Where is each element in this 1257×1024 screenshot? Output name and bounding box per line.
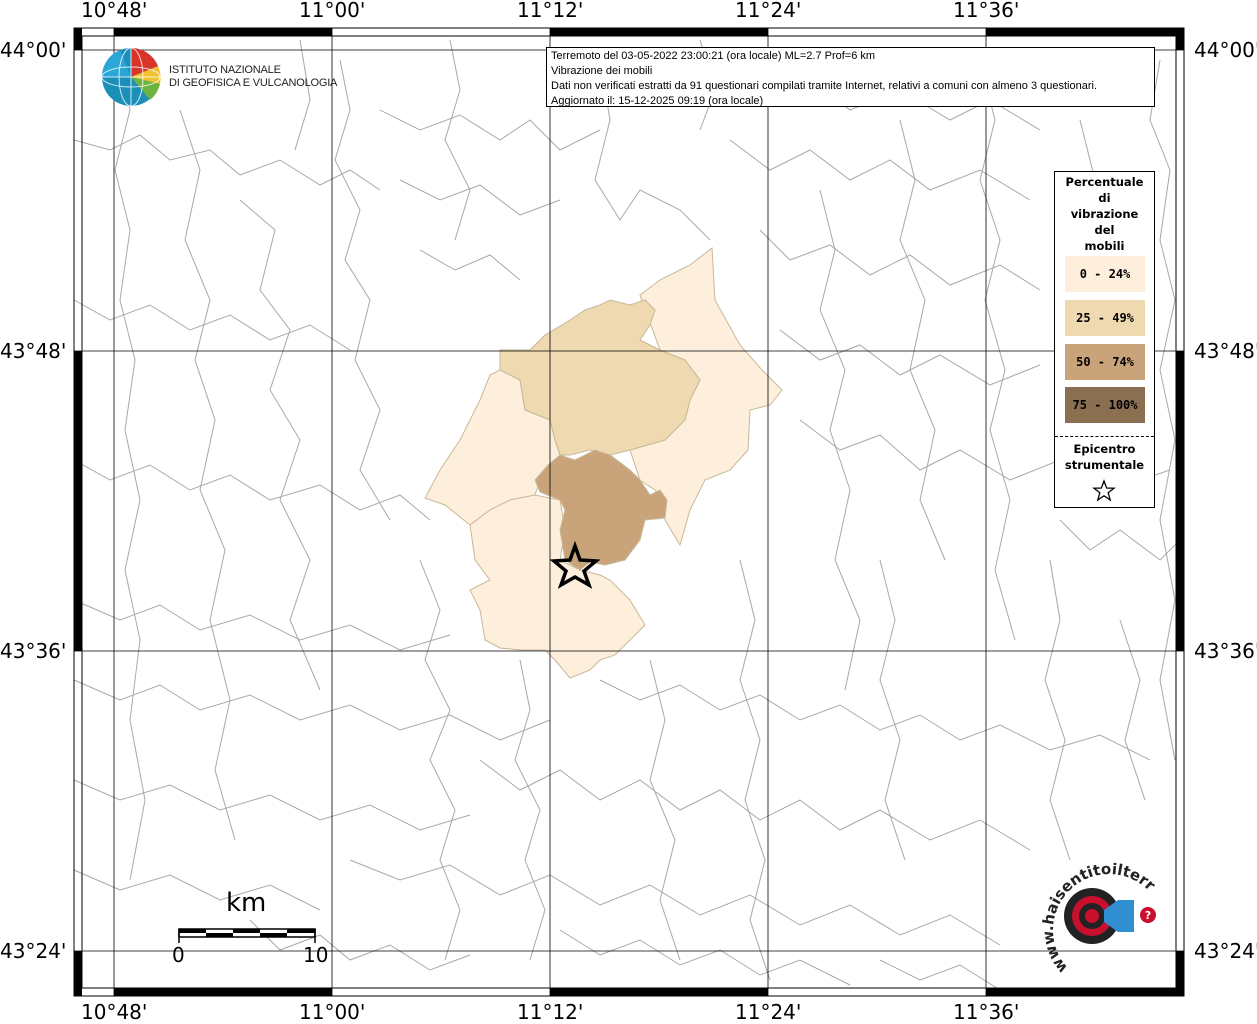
lat-label-left-2: 43°48' <box>0 339 67 363</box>
ingv-line-2: DI GEOFISICA E VULCANOLOGIA <box>169 77 338 89</box>
legend-epicenter-label: Epicentro strumentale <box>1064 442 1145 472</box>
legend-separator <box>1055 436 1154 437</box>
data-note: Dati non verificati estratti da 91 quest… <box>551 80 1097 92</box>
map-canvas: ? <box>73 27 1185 997</box>
lat-label-right-4: 43°24' <box>1194 939 1257 963</box>
lon-label-bottom-5: 11°36' <box>953 1000 1020 1024</box>
legend-star-icon <box>1092 479 1116 502</box>
lon-label-top-4: 11°24' <box>735 0 802 22</box>
scale-start: 0 <box>172 943 185 967</box>
lat-label-left-3: 43°36' <box>0 639 67 663</box>
event-info-box: Terremoto del 03-05-2022 23:00:21 (ora l… <box>546 47 1155 107</box>
legend-class-2: 50 - 74% <box>1065 344 1145 380</box>
lon-label-top-1: 10°48' <box>81 0 148 22</box>
lon-label-top-5: 11°36' <box>953 0 1020 22</box>
lat-label-right-2: 43°48' <box>1194 339 1257 363</box>
lat-label-right-1: 44°00' <box>1194 38 1257 62</box>
svg-text:?: ? <box>1145 909 1151 922</box>
event-title: Terremoto del 03-05-2022 23:00:21 (ora l… <box>551 50 876 62</box>
update-time: Aggiornato il: 15-12-2025 09:19 (ora loc… <box>551 95 764 107</box>
scale-end: 10 <box>303 943 329 967</box>
lat-label-left-1: 44°00' <box>0 38 67 62</box>
legend: Percentuale di vibrazione del mobili 0 -… <box>1054 171 1155 508</box>
ingv-logo-text: ISTITUTO NAZIONALE DI GEOFISICA E VULCAN… <box>169 64 337 90</box>
ingv-line-1: ISTITUTO NAZIONALE <box>169 64 281 76</box>
lat-label-left-4: 43°24' <box>0 939 67 963</box>
lon-label-bottom-2: 11°00' <box>299 1000 366 1024</box>
lon-label-bottom-1: 10°48' <box>81 1000 148 1024</box>
lon-label-bottom-3: 11°12' <box>517 1000 584 1024</box>
legend-class-3: 75 - 100% <box>1065 387 1145 423</box>
lat-label-right-3: 43°36' <box>1194 639 1257 663</box>
lon-label-bottom-4: 11°24' <box>735 1000 802 1024</box>
scale-unit: km <box>226 888 267 918</box>
lon-label-top-2: 11°00' <box>299 0 366 22</box>
legend-class-1: 25 - 49% <box>1065 300 1145 336</box>
ingv-globe-icon <box>101 47 161 107</box>
legend-title: Percentuale di vibrazione del mobili <box>1065 175 1144 253</box>
legend-class-0: 0 - 24% <box>1065 256 1145 292</box>
lon-label-top-3: 11°12' <box>517 0 584 22</box>
map-subject: Vibrazione dei mobili <box>551 65 653 77</box>
